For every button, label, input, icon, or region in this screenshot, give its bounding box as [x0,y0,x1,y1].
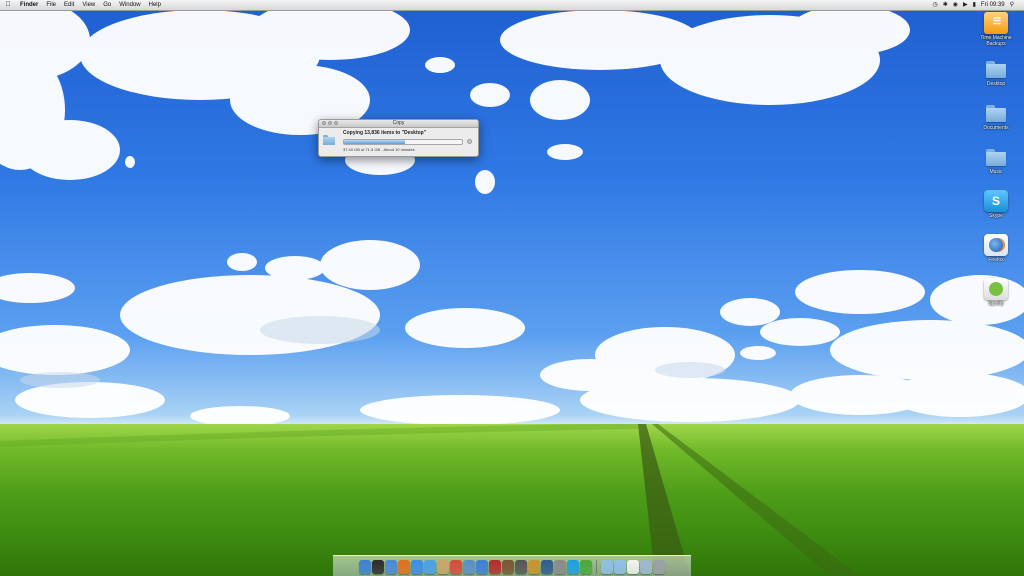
time-machine-icon[interactable]: ◷ [932,0,937,10]
skype-icon: S [984,190,1008,212]
menu-finder[interactable]: Finder [16,0,42,10]
itunes-icon[interactable] [476,559,488,574]
menu-view[interactable]: View [78,0,99,10]
desktop-icon-skype[interactable]: S Skype [976,190,1016,219]
mail-icon[interactable] [385,559,397,574]
window-title: Copy [392,120,405,126]
menu-help[interactable]: Help [145,0,165,10]
desktop-icon-documents[interactable]: Documents [976,102,1016,131]
spotify-icon[interactable] [580,559,592,576]
progress-fill [344,140,406,144]
menu-bar:  Finder File Edit View Go Window Help ◷… [0,0,1024,11]
desktop-icon-desktop[interactable]: Desktop [976,58,1016,87]
desktop-icon-spotify[interactable]: Spotify [976,278,1016,307]
ichat-icon[interactable] [424,559,436,574]
spotlight-icon[interactable]: ⚲ [1010,0,1014,10]
utilities-icon[interactable] [515,559,527,574]
desktop-icon-label: Music [989,169,1003,175]
firefox-icon[interactable] [398,559,410,576]
menu-edit[interactable]: Edit [60,0,78,10]
ical-icon[interactable] [450,559,462,574]
desktop-icon-time-machine-backups[interactable]: ☵ Time Machine Backups [976,12,1016,47]
bluetooth-icon[interactable]: ✱ [943,0,948,10]
folder-icon[interactable] [614,559,626,574]
desktop-icon-label: Skype [989,213,1003,219]
desktop-icon-firefox[interactable]: Firefox [976,234,1016,263]
address-book-icon[interactable] [437,559,449,574]
battery-icon[interactable]: ▮ [973,0,976,10]
spotify-icon [984,278,1008,300]
copy-progress-bar [343,139,463,145]
menubar-clock[interactable]: Fri 09:39 [981,0,1005,10]
wifi-icon[interactable]: ◉ [953,0,958,10]
desktop-icon-label: Spotify [988,301,1004,307]
iphoto-icon[interactable] [463,559,475,574]
desktop-icon-music[interactable]: Music [976,146,1016,175]
folder-icon [323,135,335,145]
desktop-icon-label: Documents [983,125,1009,131]
skype-icon[interactable] [567,559,579,576]
folder-icon [984,102,1008,124]
stop-copy-button[interactable] [467,139,472,144]
copy-status: 37.40 GB of 71.5 GB - About 10 minutes [343,147,415,152]
finder-icon[interactable] [359,559,371,576]
copy-progress-window[interactable]: Copy Copying 13,836 items to "Desktop" 3… [318,119,479,157]
folder-icon [984,146,1008,168]
folder-icon [984,58,1008,80]
garageband-icon[interactable] [528,559,540,574]
desktop-icon-label: Firefox [988,257,1004,263]
photo-booth-icon[interactable] [489,559,501,574]
external-drive-icon: ☵ [984,12,1008,34]
apple-logo-icon[interactable]:  [0,0,16,10]
window-titlebar[interactable]: Copy [319,120,478,128]
system-preferences-icon[interactable] [554,559,566,574]
downloads-icon[interactable] [640,559,652,574]
close-button[interactable] [322,121,326,125]
menu-window[interactable]: Window [115,0,144,10]
minimize-button[interactable] [328,121,332,125]
volume-icon[interactable]: ▶ [963,0,968,10]
menu-go[interactable]: Go [99,0,115,10]
desktop-icon-label: Time Machine Backups [980,35,1012,47]
zoom-button[interactable] [334,121,338,125]
dashboard-icon[interactable] [372,559,384,574]
time-machine-icon[interactable] [541,559,553,574]
copy-message: Copying 13,836 items to "Desktop" [343,130,427,136]
desktop:  Finder File Edit View Go Window Help ◷… [0,0,1024,576]
dock [333,555,691,576]
desktop-icon-label: Desktop [986,81,1006,87]
dock-separator [596,559,597,574]
grass-field [0,424,1024,576]
image-icon[interactable] [502,559,514,574]
firefox-icon [984,234,1008,256]
sky-wallpaper [0,0,1024,426]
trash-icon[interactable] [653,559,665,574]
menu-file[interactable]: File [42,0,60,10]
folder-icon[interactable] [601,559,613,574]
safari-icon[interactable] [411,559,423,574]
document-icon[interactable] [627,559,639,574]
